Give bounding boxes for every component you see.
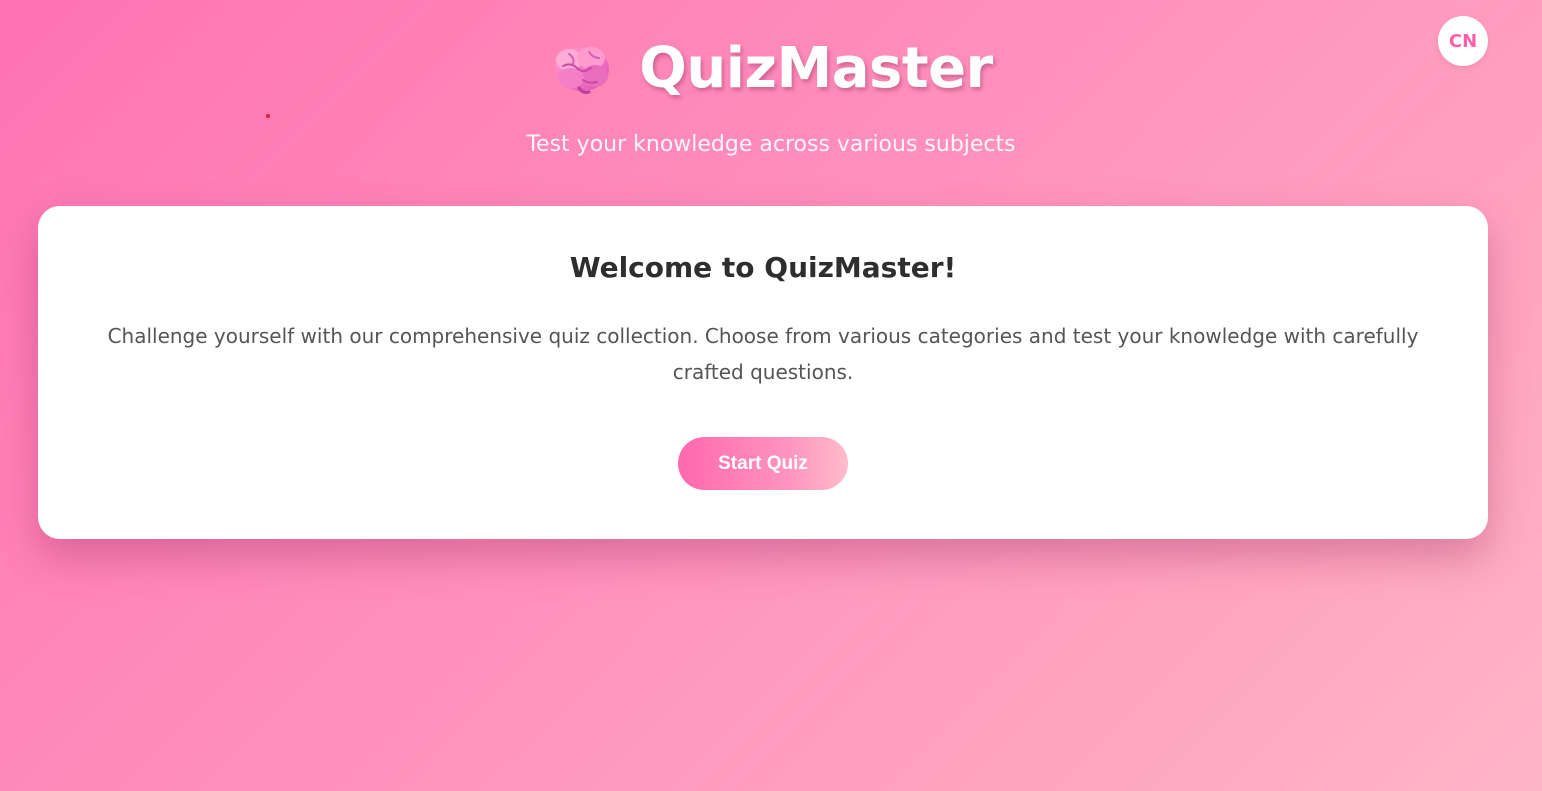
page-subtitle: Test your knowledge across various subje… xyxy=(526,132,1016,157)
start-quiz-button[interactable]: Start Quiz xyxy=(678,437,848,490)
title-row: QuizMaster xyxy=(0,30,1542,106)
welcome-heading: Welcome to QuizMaster! xyxy=(569,251,957,284)
welcome-card: Welcome to QuizMaster! Challenge yoursel… xyxy=(38,206,1488,539)
app-title: QuizMaster xyxy=(639,35,993,101)
brain-icon xyxy=(549,38,613,98)
welcome-description: Challenge yourself with our comprehensiv… xyxy=(107,324,1419,384)
page-header: QuizMaster Test your knowledge across va… xyxy=(0,30,1542,158)
